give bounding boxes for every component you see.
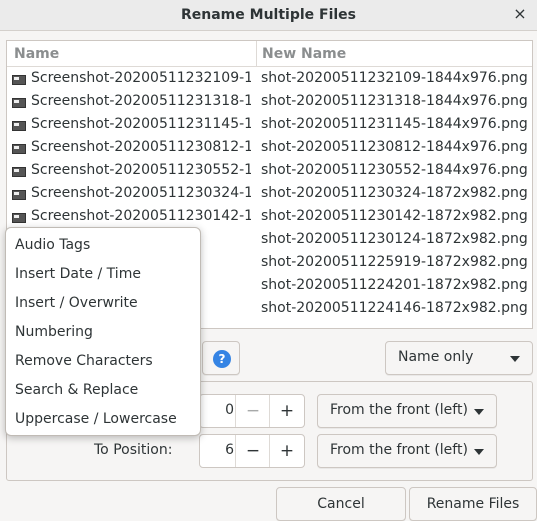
row-new-name: shot-20200511230324-1872x982.png: [261, 185, 528, 201]
table-row[interactable]: Screenshot-20200511230324-1... shot-20200…: [7, 183, 532, 206]
to-position-spin[interactable]: 6 − +: [199, 434, 305, 468]
to-position-value[interactable]: 6: [210, 442, 234, 458]
rename-files-button[interactable]: Rename Files: [409, 487, 537, 521]
table-row[interactable]: Screenshot-20200511231145-1... shot-20200…: [7, 114, 532, 137]
window-title: Rename Multiple Files: [180, 7, 356, 23]
row-new-name: shot-20200511230124-1872x982.png: [261, 231, 528, 247]
row-new-name: shot-20200511231145-1844x976.png: [261, 116, 528, 132]
scope-combo-label: Name only: [398, 349, 474, 365]
column-header-name[interactable]: Name: [14, 46, 59, 62]
from-decrement-button[interactable]: −: [235, 395, 270, 427]
image-file-icon: [12, 167, 26, 177]
list-header: Name New Name: [7, 41, 532, 67]
to-direction-label: From the front (left): [330, 442, 468, 458]
cancel-button[interactable]: Cancel: [276, 487, 406, 521]
mode-popup-menu: Audio Tags Insert Date / Time Insert / Ove…: [5, 227, 201, 436]
row-new-name: shot-20200511224146-1872x982.png: [261, 300, 528, 316]
close-icon[interactable]: ×: [511, 5, 529, 23]
row-new-name: shot-20200511232109-1844x976.png: [261, 70, 528, 86]
chevron-down-icon: [474, 409, 484, 415]
menu-item[interactable]: Insert Date / Time: [6, 260, 200, 289]
row-original-name: Screenshot-20200511230812-1...: [31, 139, 251, 155]
image-file-icon: [12, 213, 26, 223]
menu-item[interactable]: Search & Replace: [6, 376, 200, 405]
chevron-down-icon: [510, 356, 520, 362]
from-direction-combo[interactable]: From the front (left): [317, 394, 497, 428]
table-row[interactable]: Screenshot-20200511230552-1... shot-20200…: [7, 160, 532, 183]
menu-item[interactable]: Audio Tags: [6, 231, 200, 260]
row-new-name: shot-20200511231318-1844x976.png: [261, 93, 528, 109]
menu-item[interactable]: Insert / Overwrite: [6, 289, 200, 318]
to-direction-combo[interactable]: From the front (left): [317, 434, 497, 468]
column-divider: [256, 41, 257, 67]
image-file-icon: [12, 98, 26, 108]
column-header-new-name[interactable]: New Name: [262, 46, 346, 62]
row-original-name: Screenshot-20200511231318-1...: [31, 93, 251, 109]
image-file-icon: [12, 121, 26, 131]
menu-item[interactable]: Uppercase / Lowercase: [6, 405, 200, 434]
row-new-name: shot-20200511230142-1872x982.png: [261, 208, 528, 224]
title-bar: Rename Multiple Files ×: [0, 0, 537, 31]
table-row[interactable]: Screenshot-20200511231318-1... shot-20200…: [7, 91, 532, 114]
table-row[interactable]: Screenshot-20200511232109-1... shot-20200…: [7, 68, 532, 91]
help-button[interactable]: ?: [202, 341, 240, 375]
table-row[interactable]: Screenshot-20200511230812-1... shot-20200…: [7, 137, 532, 160]
to-position-label: To Position:: [94, 442, 173, 458]
table-row[interactable]: Screenshot-20200511230142-1... shot-20200…: [7, 206, 532, 229]
menu-item[interactable]: Numbering: [6, 318, 200, 347]
image-file-icon: [12, 190, 26, 200]
row-new-name: shot-20200511230552-1844x976.png: [261, 162, 528, 178]
from-position-spin[interactable]: 0 − +: [199, 394, 305, 428]
menu-item[interactable]: Remove Characters: [6, 347, 200, 376]
help-icon: ?: [213, 350, 231, 368]
scope-combo[interactable]: Name only: [385, 341, 533, 375]
row-new-name: shot-20200511224201-1872x982.png: [261, 277, 528, 293]
image-file-icon: [12, 144, 26, 154]
row-new-name: shot-20200511230812-1844x976.png: [261, 139, 528, 155]
to-decrement-button[interactable]: −: [235, 435, 270, 467]
row-original-name: Screenshot-20200511230142-1...: [31, 208, 251, 224]
row-original-name: Screenshot-20200511230324-1...: [31, 185, 251, 201]
row-original-name: Screenshot-20200511231145-1...: [31, 116, 251, 132]
row-original-name: Screenshot-20200511232109-1...: [31, 70, 251, 86]
from-direction-label: From the front (left): [330, 402, 468, 418]
from-position-value[interactable]: 0: [210, 402, 234, 418]
to-increment-button[interactable]: +: [269, 435, 304, 467]
image-file-icon: [12, 75, 26, 85]
row-original-name: Screenshot-20200511230552-1...: [31, 162, 251, 178]
row-new-name: shot-20200511225919-1872x982.png: [261, 254, 528, 270]
chevron-down-icon: [474, 449, 484, 455]
from-increment-button[interactable]: +: [269, 395, 304, 427]
